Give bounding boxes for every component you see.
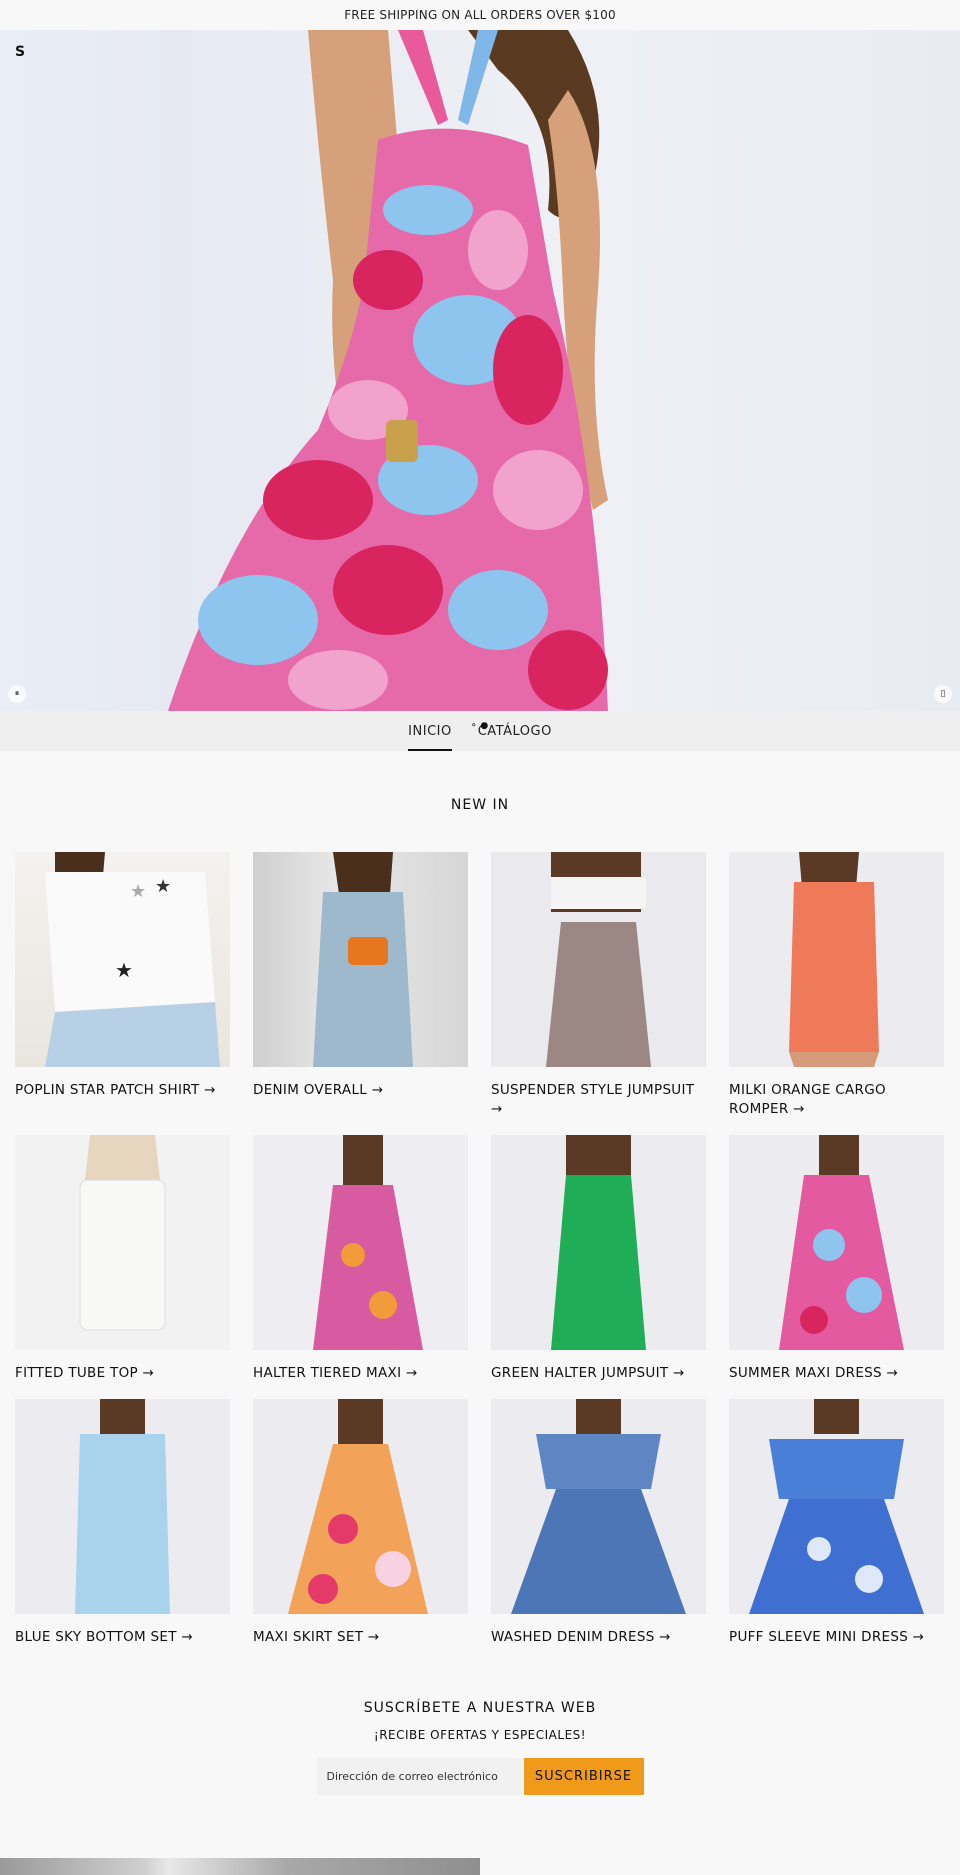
svg-text:★: ★ bbox=[115, 958, 133, 982]
product-image[interactable] bbox=[491, 1135, 706, 1350]
product-image[interactable] bbox=[15, 1399, 230, 1614]
product-image[interactable] bbox=[15, 1135, 230, 1350]
product-name[interactable]: BLUE SKY BOTTOM SET → bbox=[15, 1628, 230, 1647]
svg-text:★: ★ bbox=[130, 881, 146, 902]
nav-item-catalogo[interactable]: CATÁLOGO bbox=[478, 711, 552, 751]
fullscreen-icon[interactable]: ▯ bbox=[934, 685, 952, 703]
product-card[interactable]: SUMMER MAXI DRESS → bbox=[729, 1135, 944, 1383]
product-card[interactable]: SUSPENDER STYLE JUMPSUIT → bbox=[491, 852, 706, 1119]
product-image[interactable]: ★ ★ ★ bbox=[15, 852, 230, 1067]
product-image[interactable] bbox=[491, 1399, 706, 1614]
product-name[interactable]: WASHED DENIM DRESS → bbox=[491, 1628, 706, 1647]
site-logo[interactable]: S bbox=[15, 44, 25, 60]
product-card[interactable]: FITTED TUBE TOP → bbox=[15, 1135, 230, 1383]
product-name[interactable]: GREEN HALTER JUMPSUIT → bbox=[491, 1364, 706, 1383]
product-name[interactable]: MAXI SKIRT SET → bbox=[253, 1628, 468, 1647]
product-name[interactable]: POPLIN STAR PATCH SHIRT → bbox=[15, 1081, 230, 1100]
subscribe-button[interactable]: SUSCRIBIRSE bbox=[523, 1758, 644, 1795]
product-card[interactable]: MAXI SKIRT SET → bbox=[253, 1399, 468, 1647]
product-card[interactable]: ★ ★ ★ POPLIN STAR PATCH SHIRT → bbox=[15, 852, 230, 1100]
product-image[interactable] bbox=[253, 1135, 468, 1350]
product-image[interactable] bbox=[253, 1399, 468, 1614]
new-in-title: NEW IN bbox=[450, 797, 510, 813]
product-image[interactable] bbox=[729, 1399, 944, 1614]
product-name[interactable]: FITTED TUBE TOP → bbox=[15, 1364, 230, 1383]
newsletter-subtitle: ¡RECIBE OFERTAS Y ESPECIALES! bbox=[373, 1728, 587, 1742]
product-image[interactable] bbox=[729, 852, 944, 1067]
product-image[interactable] bbox=[253, 852, 468, 1067]
product-card[interactable]: PUFF SLEEVE MINI DRESS → bbox=[729, 1399, 944, 1647]
product-name[interactable]: MILKI ORANGE CARGO ROMPER → bbox=[729, 1081, 944, 1119]
product-image[interactable] bbox=[729, 1135, 944, 1350]
main-navigation: INICIO CATÁLOGO ⚬ ● bbox=[0, 711, 960, 751]
footer-image bbox=[0, 1858, 480, 1875]
hero-slideshow[interactable]: S ⏸ ▯ bbox=[0, 30, 960, 711]
product-card[interactable]: GREEN HALTER JUMPSUIT → bbox=[491, 1135, 706, 1383]
product-card[interactable]: DENIM OVERALL → bbox=[253, 852, 468, 1100]
pause-icon[interactable]: ⏸ bbox=[8, 685, 26, 703]
product-card[interactable]: BLUE SKY BOTTOM SET → bbox=[15, 1399, 230, 1647]
product-card[interactable]: WASHED DENIM DRESS → bbox=[491, 1399, 706, 1647]
product-card[interactable]: MILKI ORANGE CARGO ROMPER → bbox=[729, 852, 944, 1119]
announcement-bar: FREE SHIPPING ON ALL ORDERS OVER $100 bbox=[0, 0, 960, 30]
newsletter-title: SUSCRÍBETE A NUESTRA WEB bbox=[363, 1700, 597, 1716]
slide-dots-icon[interactable]: ⚬ ● bbox=[470, 721, 488, 731]
nav-item-inicio[interactable]: INICIO bbox=[408, 711, 452, 751]
product-name[interactable]: HALTER TIERED MAXI → bbox=[253, 1364, 468, 1383]
product-card[interactable]: HALTER TIERED MAXI → bbox=[253, 1135, 468, 1383]
svg-text:★: ★ bbox=[155, 876, 171, 897]
email-field[interactable] bbox=[316, 1758, 522, 1795]
product-name[interactable]: DENIM OVERALL → bbox=[253, 1081, 468, 1100]
product-image[interactable] bbox=[491, 852, 706, 1067]
newsletter-form: SUSCRIBIRSE bbox=[0, 1758, 960, 1795]
product-name[interactable]: SUSPENDER STYLE JUMPSUIT → bbox=[491, 1081, 706, 1119]
product-name[interactable]: PUFF SLEEVE MINI DRESS → bbox=[729, 1628, 944, 1647]
product-name[interactable]: SUMMER MAXI DRESS → bbox=[729, 1364, 944, 1383]
announcement-text: FREE SHIPPING ON ALL ORDERS OVER $100 bbox=[344, 8, 616, 22]
hero-image bbox=[168, 30, 608, 711]
newsletter-section: SUSCRÍBETE A NUESTRA WEB ¡RECIBE OFERTAS… bbox=[0, 1700, 960, 1795]
